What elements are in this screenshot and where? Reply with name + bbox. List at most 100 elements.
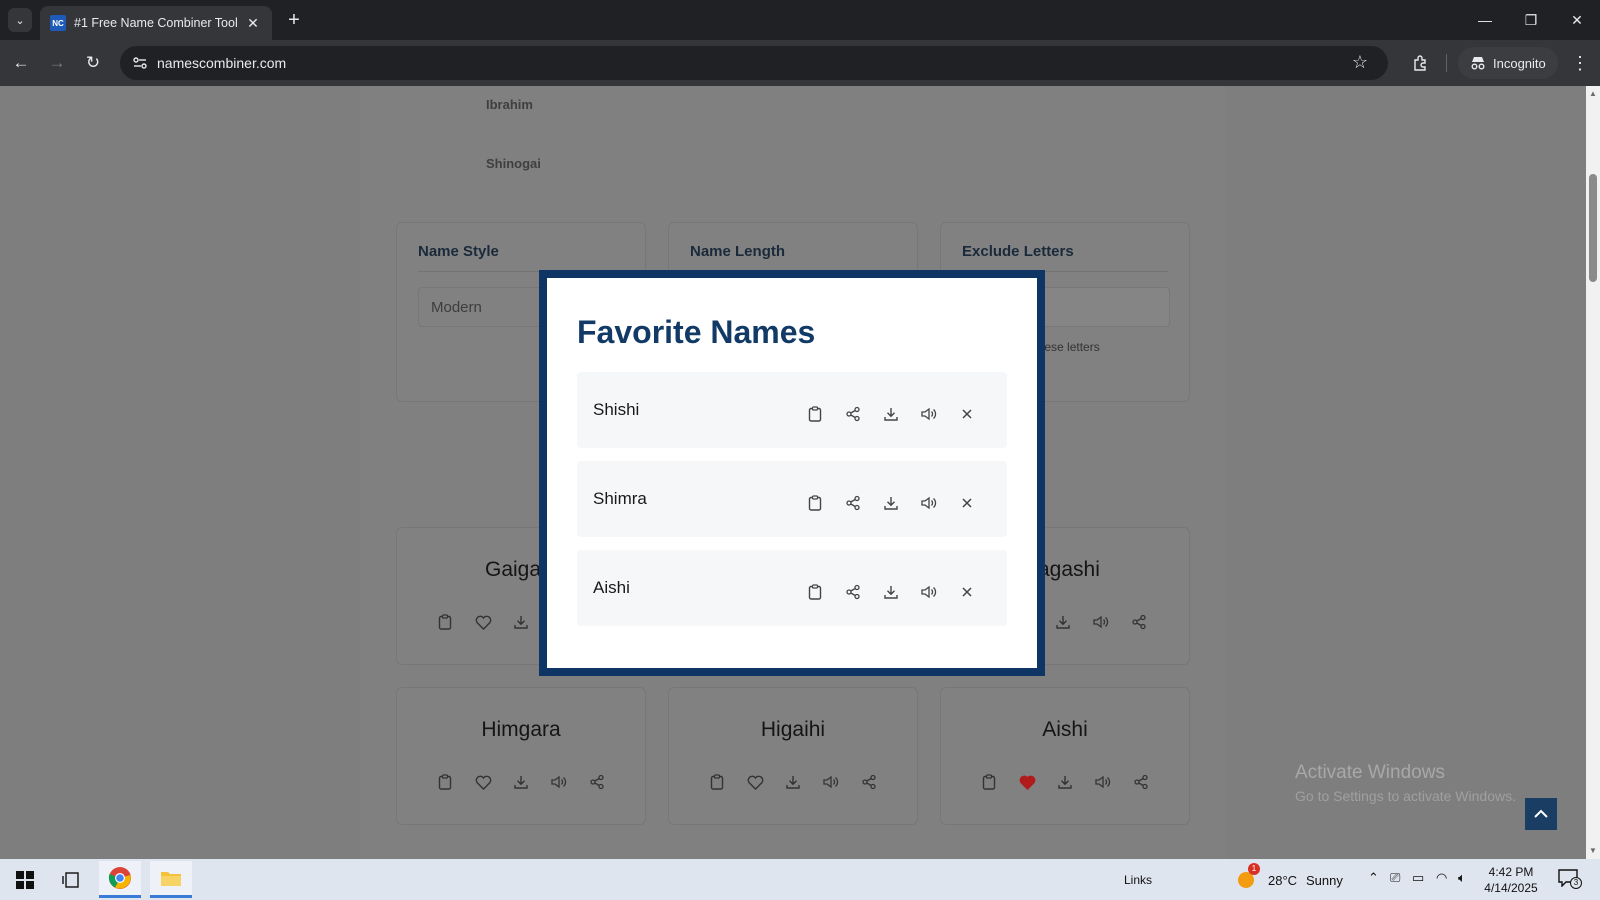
scroll-to-top-button[interactable] bbox=[1525, 798, 1557, 830]
clock-date: 4/14/2025 bbox=[1484, 881, 1538, 895]
restore-icon[interactable]: ❐ bbox=[1508, 0, 1554, 40]
reload-icon[interactable]: ↻ bbox=[80, 50, 106, 76]
copy-icon[interactable] bbox=[435, 772, 455, 792]
remove-icon[interactable] bbox=[957, 404, 977, 424]
heart-icon[interactable] bbox=[745, 772, 765, 792]
heart-filled-icon[interactable] bbox=[1017, 772, 1037, 792]
new-tab-icon[interactable]: + bbox=[282, 8, 306, 32]
scrollbar-thumb[interactable] bbox=[1589, 174, 1597, 282]
scroll-down-arrow-icon[interactable]: ▼ bbox=[1588, 846, 1598, 856]
download-icon[interactable] bbox=[881, 493, 901, 513]
volume-icon[interactable]: 🔈︎ bbox=[1458, 870, 1466, 886]
remove-icon[interactable] bbox=[957, 493, 977, 513]
weather-temp: 28°C bbox=[1268, 873, 1298, 888]
back-icon[interactable]: ← bbox=[8, 50, 34, 76]
chrome-icon bbox=[108, 867, 131, 889]
speaker-icon[interactable] bbox=[1091, 612, 1111, 632]
share-icon[interactable] bbox=[1131, 772, 1151, 792]
favorite-actions bbox=[805, 404, 977, 424]
speaker-icon[interactable] bbox=[821, 772, 841, 792]
input-name-2: Shinogai bbox=[486, 156, 541, 171]
favorite-actions bbox=[805, 493, 977, 513]
task-view-button[interactable] bbox=[50, 861, 92, 898]
scroll-up-arrow-icon[interactable]: ▲ bbox=[1588, 89, 1598, 99]
download-icon[interactable] bbox=[881, 404, 901, 424]
clock-time: 4:42 PM bbox=[1488, 865, 1534, 879]
copy-icon[interactable] bbox=[979, 772, 999, 792]
page-scrollbar[interactable]: ▲ ▼ bbox=[1586, 86, 1600, 859]
tray-overflow-icon[interactable]: ⌃ bbox=[1368, 870, 1379, 886]
tab-close-icon[interactable]: ✕ bbox=[244, 15, 262, 32]
links-toolbar[interactable]: Links bbox=[1124, 873, 1152, 887]
favorite-actions bbox=[805, 582, 977, 602]
site-info-icon[interactable] bbox=[128, 51, 152, 75]
weather-text: Sunny bbox=[1306, 873, 1343, 888]
notification-center-button[interactable]: 3 bbox=[1558, 869, 1582, 889]
copy-icon[interactable] bbox=[707, 772, 727, 792]
favorite-name: Shimra bbox=[593, 489, 647, 508]
browser-menu-icon[interactable]: ⋮ bbox=[1570, 50, 1590, 76]
input-name-1: Ibrahim bbox=[486, 97, 533, 112]
exclude-letters-title: Exclude Letters bbox=[962, 243, 1074, 260]
url-text: namescombiner.com bbox=[157, 55, 287, 71]
download-icon[interactable] bbox=[511, 612, 531, 632]
favorite-item: Shishi bbox=[577, 372, 1007, 448]
speaker-icon[interactable] bbox=[549, 772, 569, 792]
remove-icon[interactable] bbox=[957, 582, 977, 602]
copy-icon[interactable] bbox=[435, 612, 455, 632]
bookmark-star-icon[interactable]: ☆ bbox=[1352, 52, 1368, 73]
weather-badge: 1 bbox=[1248, 863, 1260, 875]
tab-active[interactable]: NC #1 Free Name Combiner Tool ✕ bbox=[40, 6, 272, 40]
file-explorer-taskbar-button[interactable] bbox=[150, 861, 192, 898]
wifi-icon[interactable]: ◠ bbox=[1436, 870, 1447, 886]
result-name: Aishi bbox=[1042, 718, 1088, 741]
meet-icon[interactable]: ⎚ bbox=[1390, 870, 1400, 886]
forward-icon[interactable]: → bbox=[44, 50, 70, 76]
task-view-icon bbox=[62, 871, 79, 888]
copy-icon[interactable] bbox=[805, 493, 825, 513]
speaker-icon[interactable] bbox=[919, 582, 939, 602]
chrome-taskbar-button[interactable] bbox=[99, 861, 141, 898]
speaker-icon[interactable] bbox=[1093, 772, 1113, 792]
result-actions bbox=[669, 772, 917, 792]
toolbar-divider bbox=[1446, 54, 1447, 72]
favicon-icon: NC bbox=[50, 15, 66, 31]
favorite-item: Aishi bbox=[577, 550, 1007, 626]
share-icon[interactable] bbox=[843, 404, 863, 424]
share-icon[interactable] bbox=[859, 772, 879, 792]
download-icon[interactable] bbox=[1055, 772, 1075, 792]
speaker-icon[interactable] bbox=[919, 493, 939, 513]
start-button[interactable] bbox=[4, 861, 46, 898]
name-style-value: Modern bbox=[431, 299, 482, 316]
name-length-title: Name Length bbox=[690, 243, 786, 260]
share-icon[interactable] bbox=[843, 493, 863, 513]
download-icon[interactable] bbox=[511, 772, 531, 792]
download-icon[interactable] bbox=[1053, 612, 1073, 632]
close-window-icon[interactable]: ✕ bbox=[1554, 0, 1600, 40]
heart-icon[interactable] bbox=[473, 612, 493, 632]
tab-search-icon[interactable]: ⌄ bbox=[8, 8, 32, 32]
windows-logo-icon bbox=[16, 870, 34, 889]
share-icon[interactable] bbox=[1129, 612, 1149, 632]
copy-icon[interactable] bbox=[805, 404, 825, 424]
system-clock[interactable]: 4:42 PM 4/14/2025 bbox=[1478, 864, 1544, 896]
battery-icon[interactable]: ▭ bbox=[1412, 870, 1424, 886]
extensions-icon[interactable] bbox=[1408, 50, 1434, 76]
share-icon[interactable] bbox=[843, 582, 863, 602]
download-icon[interactable] bbox=[783, 772, 803, 792]
activate-windows-subtitle: Go to Settings to activate Windows. bbox=[1295, 788, 1516, 804]
minimize-icon[interactable]: — bbox=[1462, 0, 1508, 40]
heart-icon[interactable] bbox=[473, 772, 493, 792]
result-actions bbox=[941, 772, 1189, 792]
chevron-up-icon bbox=[1534, 809, 1548, 818]
folder-icon bbox=[161, 872, 181, 886]
address-bar[interactable]: namescombiner.com ☆ bbox=[120, 46, 1388, 80]
download-icon[interactable] bbox=[881, 582, 901, 602]
tab-title: #1 Free Name Combiner Tool bbox=[74, 16, 238, 30]
share-icon[interactable] bbox=[587, 772, 607, 792]
weather-widget[interactable]: 1 bbox=[1236, 863, 1260, 889]
speaker-icon[interactable] bbox=[919, 404, 939, 424]
copy-icon[interactable] bbox=[805, 582, 825, 602]
incognito-indicator[interactable]: Incognito bbox=[1458, 47, 1558, 79]
incognito-label: Incognito bbox=[1493, 55, 1546, 71]
